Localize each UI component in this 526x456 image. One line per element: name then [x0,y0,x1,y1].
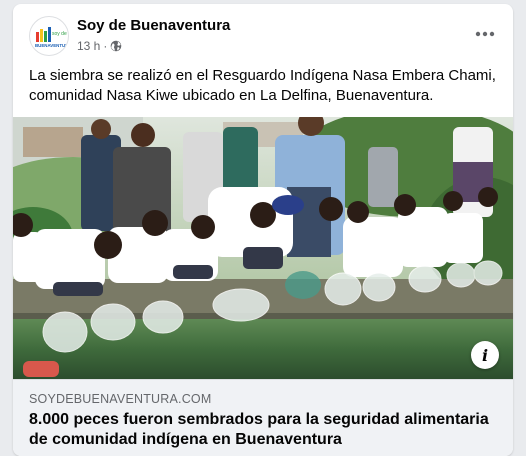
photo-scene [13,117,513,379]
link-title[interactable]: 8.000 peces fueron sembrados para la seg… [29,410,499,450]
page-logo: soy de BUENAVENTURA [35,27,68,48]
post-time[interactable]: 13 h [77,39,100,53]
post-meta: 13 h · [77,39,122,53]
link-preview-image[interactable]: i [13,117,513,379]
post-header: soy de BUENAVENTURA Soy de Buenaventura … [13,4,513,64]
more-horizontal-icon [475,31,495,37]
svg-text:BUENAVENTURA: BUENAVENTURA [35,43,68,48]
globe-icon [111,40,122,52]
page-logo-text: soy de [52,31,67,37]
link-domain: SOYDEBUENAVENTURA.COM [29,392,212,406]
info-button[interactable]: i [471,341,499,369]
page-name[interactable]: Soy de Buenaventura [77,17,230,34]
meta-separator: · [103,39,108,53]
post-text: La siembra se realizó en el Resguardo In… [29,67,496,104]
post-card: soy de BUENAVENTURA Soy de Buenaventura … [13,4,513,456]
page-avatar[interactable]: soy de BUENAVENTURA [29,16,69,56]
link-preview[interactable]: SOYDEBUENAVENTURA.COM 8.000 peces fueron… [13,379,513,456]
more-options-button[interactable] [469,22,501,46]
info-icon: i [481,345,489,365]
